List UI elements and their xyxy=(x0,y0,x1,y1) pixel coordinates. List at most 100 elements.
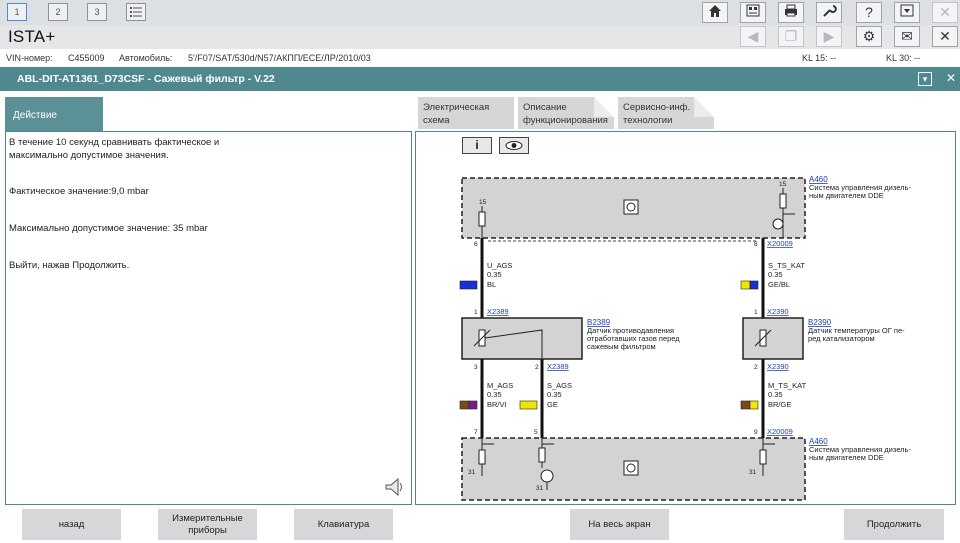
measuring-instruments-line2: приборы xyxy=(188,524,227,536)
instruction-line-2: максимально допустимое значения. xyxy=(9,150,169,161)
pin-7: 7 xyxy=(474,429,478,436)
measuring-instruments-button[interactable]: Измерительные приборы xyxy=(158,509,257,540)
max-value-text: Максимально допустимое значение: 35 mbar xyxy=(9,223,208,234)
pin-1-b2389: 1 xyxy=(474,309,478,316)
wire-m-ags-name: M_AGS xyxy=(487,381,513,390)
sensor-b2390 xyxy=(742,317,804,360)
vin-label: VIN-номер: xyxy=(6,53,53,63)
workspace-tab-3[interactable]: 3 xyxy=(87,3,107,21)
a460-top-desc2: ным двигателем DDE xyxy=(809,191,884,200)
wire-m-ts-kat-size: 0.35 xyxy=(768,390,783,399)
wire-m-ags-size: 0.35 xyxy=(487,390,502,399)
speaker-icon[interactable] xyxy=(383,476,407,498)
dropdown-menu-icon[interactable] xyxy=(894,2,920,23)
workspace-tab-1[interactable]: 1 xyxy=(7,3,27,21)
print-icon[interactable] xyxy=(778,2,804,23)
wire-m-ts-kat-name: M_TS_KAT xyxy=(768,381,807,390)
x2390-bottom-link: X2390 xyxy=(767,362,789,371)
module-a460-top-icon xyxy=(623,199,639,215)
page-fold-icon xyxy=(694,97,714,117)
home-icon[interactable] xyxy=(702,2,728,23)
wire-s-ts-kat-size: 0.35 xyxy=(768,270,783,279)
car-label: Автомобиль: xyxy=(119,53,173,63)
pin-31-left: 31 xyxy=(468,469,476,476)
wire-u-ags-size: 0.35 xyxy=(487,270,502,279)
pin-5: 5 xyxy=(534,429,538,436)
pin-31-right: 31 xyxy=(749,469,757,476)
b2390-desc2: ред катализатором xyxy=(808,334,875,343)
pin-15-right: 15 xyxy=(779,181,787,188)
tab-service-info[interactable]: Сервисно-инф. технологии xyxy=(618,97,714,129)
tab-action[interactable]: Действие xyxy=(5,97,103,131)
tab-wiring-diagram[interactable]: Электрическая схема xyxy=(418,97,514,129)
wire-u-ags-name: U_AGS xyxy=(487,261,512,270)
fullscreen-button[interactable]: На весь экран xyxy=(570,509,669,540)
x2389-top-link: X2389 xyxy=(487,307,509,316)
page-fold-icon xyxy=(594,97,614,117)
test-title: ABL-DIT-AT1361_D73CSF - Сажевый фильтр -… xyxy=(17,73,275,85)
workspace-tab-2[interactable]: 2 xyxy=(48,3,68,21)
keyboard-button[interactable]: Клавиатура xyxy=(294,509,393,540)
wire-color-swatch-blue xyxy=(459,280,478,290)
test-header: ABL-DIT-AT1361_D73CSF - Сажевый фильтр -… xyxy=(0,67,960,91)
close-icon[interactable]: ✕ xyxy=(932,26,958,47)
collapse-icon[interactable]: ▾ xyxy=(918,72,932,86)
wire-m-ts-kat-color: BR/GE xyxy=(768,400,791,409)
title-bar: ISTA+ ◀ ❐ ▶ ⚙ ✉ ✕ xyxy=(0,25,960,49)
wire-s-ts-kat-name: S_TS_KAT xyxy=(768,261,805,270)
vin-value: C455009 xyxy=(68,53,105,63)
kl30-status: KL 30: -- xyxy=(886,53,921,63)
wire-s-ags-name: S_AGS xyxy=(547,381,572,390)
a460-bottom-desc2: ным двигателем DDE xyxy=(809,453,884,462)
forward-arrow-icon[interactable]: ▶ xyxy=(816,26,842,47)
pin-1-b2390: 1 xyxy=(754,309,758,316)
back-button[interactable]: назад xyxy=(22,509,121,540)
pin-6: 6 xyxy=(474,241,478,248)
wire-s-ags-size: 0.35 xyxy=(547,390,562,399)
wiring-diagram: A460 Система управления дизель- ным двиг… xyxy=(459,175,911,501)
wire-s-ags-color: GE xyxy=(547,400,558,409)
header-close-icon[interactable]: ✕ xyxy=(944,72,958,86)
bottom-button-bar: назад Измерительные приборы Клавиатура Н… xyxy=(0,505,960,543)
pin-9: 9 xyxy=(754,429,758,436)
tab-action-label: Действие xyxy=(13,110,57,121)
car-value: 5'/F07/SAT/530d/N57/АКПП/ECE/ЛР/2010/03 xyxy=(188,53,371,63)
wiring-diagram-panel: i A460 Система управления дизель- ным дв… xyxy=(415,131,956,505)
module-a460-bottom-icon xyxy=(623,460,639,476)
app-title: ISTA+ xyxy=(8,27,56,46)
instruction-line-1: В течение 10 секунд сравнивать фактическ… xyxy=(9,137,220,148)
continue-button[interactable]: Продолжить xyxy=(844,509,944,540)
help-icon[interactable]: ? xyxy=(856,2,882,23)
b2389-desc3: сажевым фильтром xyxy=(587,342,656,351)
x20009-bottom-link: X20009 xyxy=(767,427,793,436)
back-arrow-icon[interactable]: ◀ xyxy=(740,26,766,47)
pin-8: 8 xyxy=(754,241,758,248)
tab-function-description[interactable]: Описание функционирования xyxy=(518,97,614,129)
wire-m-ags-color: BR/VI xyxy=(487,400,507,409)
wrench-icon[interactable] xyxy=(816,2,842,23)
settings-icon[interactable]: ⚙ xyxy=(856,26,882,47)
wire-s-ts-kat-color: GE/BL xyxy=(768,280,790,289)
pin-2-b2389: 2 xyxy=(535,364,539,371)
mail-icon[interactable]: ✉ xyxy=(894,26,920,47)
list-icon[interactable] xyxy=(126,3,146,21)
tab-wiring-line1: Электрическая xyxy=(423,102,490,113)
instructions-panel: В течение 10 секунд сравнивать фактическ… xyxy=(5,131,412,505)
x2390-top-link: X2390 xyxy=(767,307,789,316)
tab-wiring-line2: схема xyxy=(423,115,450,126)
copy-icon[interactable]: ❐ xyxy=(778,26,804,47)
measuring-instruments-line1: Измерительные xyxy=(172,512,243,524)
pin-31-center: 31 xyxy=(536,485,544,492)
close-app-icon[interactable]: ✕ xyxy=(932,2,958,23)
pin-3: 3 xyxy=(474,364,478,371)
exit-instruction-text: Выйти, нажав Продолжить. xyxy=(9,260,130,271)
pin-15-left: 15 xyxy=(479,199,487,206)
wire-color-swatch-yellow xyxy=(519,400,538,410)
vehicle-info-icon[interactable] xyxy=(740,2,766,23)
top-toolbar: 1 2 3 ? ✕ xyxy=(0,0,960,26)
x20009-top-link: X20009 xyxy=(767,239,793,248)
x2389-bottom-link: X2389 xyxy=(547,362,569,371)
actual-value-text: Фактическое значение:9,0 mbar xyxy=(9,186,149,197)
vehicle-info-bar: VIN-номер: C455009 Автомобиль: 5'/F07/SA… xyxy=(0,49,960,67)
kl15-status: KL 15: -- xyxy=(802,53,837,63)
